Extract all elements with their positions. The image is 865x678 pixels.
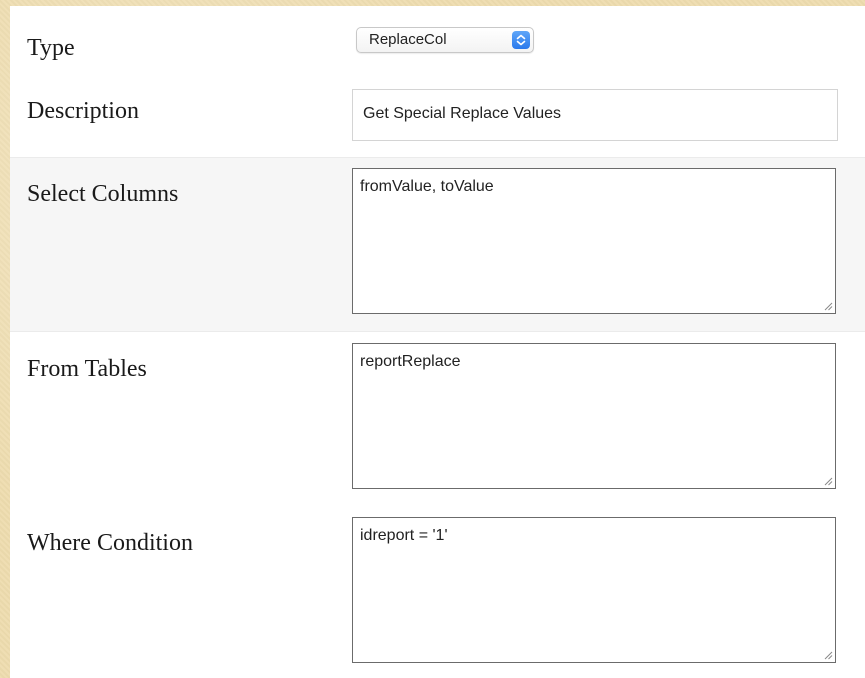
select-updown-icon [512,31,530,49]
from-tables-label: From Tables [27,356,147,382]
description-label: Description [27,98,139,124]
from-tables-textarea[interactable]: reportReplace [352,343,836,489]
select-columns-label: Select Columns [27,181,179,207]
description-input[interactable]: Get Special Replace Values [352,89,838,141]
resize-grip-icon[interactable] [823,476,833,486]
type-row: Type ReplaceCol [10,6,865,81]
resize-grip-icon[interactable] [823,301,833,311]
select-columns-value: fromValue, toValue [360,178,494,195]
type-select[interactable]: ReplaceCol [356,27,534,53]
type-label: Type [27,35,75,61]
type-select-value: ReplaceCol [369,31,447,48]
where-condition-label: Where Condition [27,530,193,556]
where-condition-value: idreport = '1' [360,527,448,544]
from-tables-value: reportReplace [360,353,461,370]
select-columns-textarea[interactable]: fromValue, toValue [352,168,836,314]
chevron-updown-icon [516,34,526,46]
query-form: Type ReplaceCol Description Get Special … [10,6,865,678]
where-condition-textarea[interactable]: idreport = '1' [352,517,836,663]
resize-grip-icon[interactable] [823,650,833,660]
